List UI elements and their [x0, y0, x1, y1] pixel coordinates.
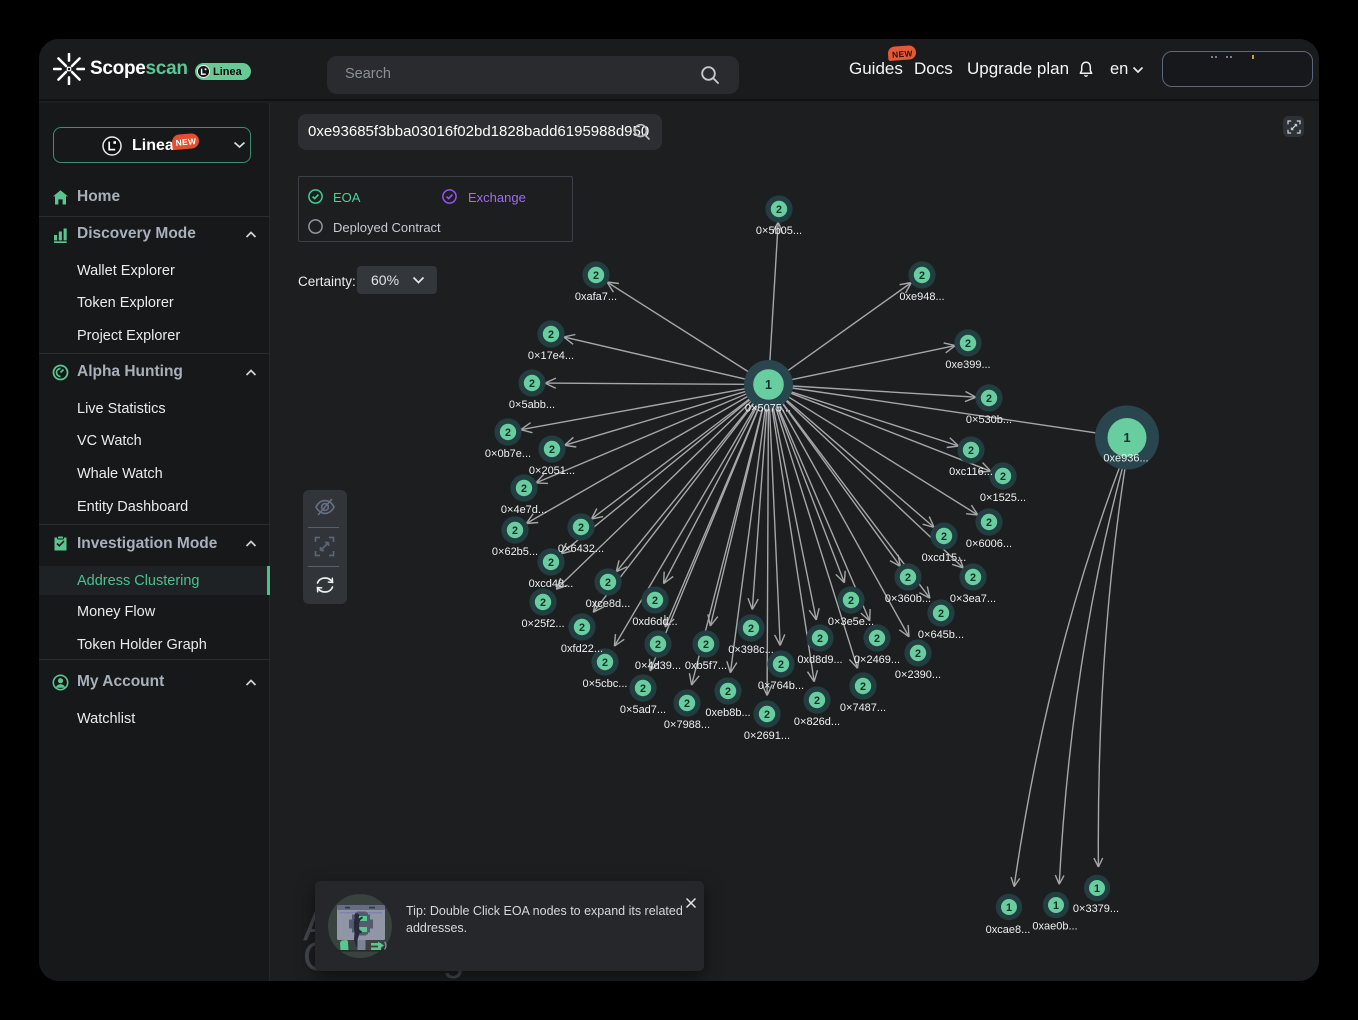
svg-text:0×3379...: 0×3379... [1073, 903, 1119, 915]
svg-text:2: 2 [778, 659, 784, 671]
svg-text:2: 2 [938, 608, 944, 620]
svg-text:0×826d...: 0×826d... [794, 716, 840, 728]
svg-text:0×62b5...: 0×62b5... [492, 546, 538, 558]
svg-text:0×645b...: 0×645b... [918, 629, 964, 641]
svg-text:2: 2 [848, 595, 854, 607]
svg-text:1: 1 [1053, 900, 1059, 912]
svg-text:2: 2 [655, 639, 661, 651]
svg-text:0×6432...: 0×6432... [558, 543, 604, 555]
svg-text:2: 2 [860, 681, 866, 693]
svg-text:1: 1 [1094, 883, 1100, 895]
svg-text:2: 2 [684, 698, 690, 710]
svg-text:2: 2 [703, 639, 709, 651]
svg-text:0×4e7d...: 0×4e7d... [501, 504, 547, 516]
svg-text:2: 2 [1000, 471, 1006, 483]
svg-text:2: 2 [776, 204, 782, 216]
svg-text:0xe948...: 0xe948... [899, 291, 944, 303]
svg-text:0×5abb...: 0×5abb... [509, 399, 555, 411]
svg-text:0×5b05...: 0×5b05... [756, 225, 802, 237]
svg-text:1: 1 [1006, 902, 1012, 914]
svg-text:2: 2 [725, 686, 731, 698]
svg-text:2: 2 [905, 572, 911, 584]
svg-text:0xcd48...: 0xcd48... [529, 578, 574, 590]
svg-text:0xe399...: 0xe399... [945, 359, 990, 371]
svg-text:2: 2 [968, 445, 974, 457]
svg-text:2: 2 [764, 709, 770, 721]
svg-text:0xd8d9...: 0xd8d9... [797, 654, 842, 666]
svg-text:0×0b7e...: 0×0b7e... [485, 448, 531, 460]
svg-text:0×5ad7...: 0×5ad7... [620, 704, 666, 716]
svg-text:2: 2 [748, 623, 754, 635]
svg-text:0×5075...: 0×5075... [745, 403, 791, 415]
svg-text:1: 1 [765, 378, 772, 392]
svg-text:0xafa7...: 0xafa7... [575, 291, 617, 303]
svg-text:0×5cbc...: 0×5cbc... [583, 678, 628, 690]
svg-text:2: 2 [521, 483, 527, 495]
svg-text:0×4d39...: 0×4d39... [635, 660, 681, 672]
svg-text:0xe936...: 0xe936... [1103, 453, 1148, 465]
svg-text:2: 2 [986, 517, 992, 529]
svg-text:2: 2 [640, 683, 646, 695]
svg-text:0xae0b...: 0xae0b... [1032, 921, 1077, 933]
svg-text:0×6006...: 0×6006... [966, 538, 1012, 550]
svg-text:0×2051...: 0×2051... [529, 465, 575, 477]
svg-text:0×530b...: 0×530b... [966, 414, 1012, 426]
svg-text:0xcd15...: 0xcd15... [922, 552, 967, 564]
svg-text:0×764b...: 0×764b... [758, 680, 804, 692]
svg-text:0×7988...: 0×7988... [664, 719, 710, 731]
svg-text:2: 2 [579, 622, 585, 634]
svg-text:2: 2 [941, 531, 947, 543]
svg-text:0xc116...: 0xc116... [949, 466, 993, 478]
svg-text:2: 2 [548, 329, 554, 341]
svg-text:2: 2 [605, 577, 611, 589]
svg-text:2: 2 [602, 657, 608, 669]
svg-text:0×360b...: 0×360b... [885, 593, 931, 605]
svg-text:2: 2 [578, 522, 584, 534]
svg-text:2: 2 [512, 525, 518, 537]
svg-text:2: 2 [817, 633, 823, 645]
svg-text:0×3e5e...: 0×3e5e... [828, 616, 874, 628]
svg-text:0xce8d...: 0xce8d... [586, 598, 631, 610]
svg-text:2: 2 [986, 393, 992, 405]
svg-text:2: 2 [814, 695, 820, 707]
svg-text:0xfd22...: 0xfd22... [561, 643, 603, 655]
svg-text:0×17e4...: 0×17e4... [528, 350, 574, 362]
svg-text:2: 2 [970, 572, 976, 584]
svg-text:0×1525...: 0×1525... [980, 492, 1026, 504]
svg-text:2: 2 [915, 648, 921, 660]
svg-text:2: 2 [652, 595, 658, 607]
svg-text:0xd6dd...: 0xd6dd... [632, 616, 677, 628]
svg-text:1: 1 [1123, 430, 1130, 445]
svg-text:0×398c...: 0×398c... [728, 644, 774, 656]
svg-text:2: 2 [540, 597, 546, 609]
svg-text:2: 2 [874, 633, 880, 645]
svg-text:0xcae8...: 0xcae8... [986, 924, 1031, 936]
svg-text:0×3ea7...: 0×3ea7... [950, 593, 996, 605]
svg-text:0×7487...: 0×7487... [840, 702, 886, 714]
svg-text:2: 2 [548, 557, 554, 569]
svg-text:2: 2 [593, 270, 599, 282]
svg-text:2: 2 [505, 427, 511, 439]
svg-text:0×2390...: 0×2390... [895, 669, 941, 681]
svg-text:2: 2 [965, 338, 971, 350]
svg-text:0×2691...: 0×2691... [744, 730, 790, 742]
svg-text:2: 2 [919, 270, 925, 282]
svg-text:0×25f2...: 0×25f2... [521, 618, 564, 630]
svg-text:2: 2 [529, 378, 535, 390]
svg-text:0×2469...: 0×2469... [854, 654, 900, 666]
svg-text:0xb5f7...: 0xb5f7... [685, 660, 727, 672]
svg-text:2: 2 [549, 444, 555, 456]
svg-text:0xeb8b...: 0xeb8b... [705, 707, 750, 719]
